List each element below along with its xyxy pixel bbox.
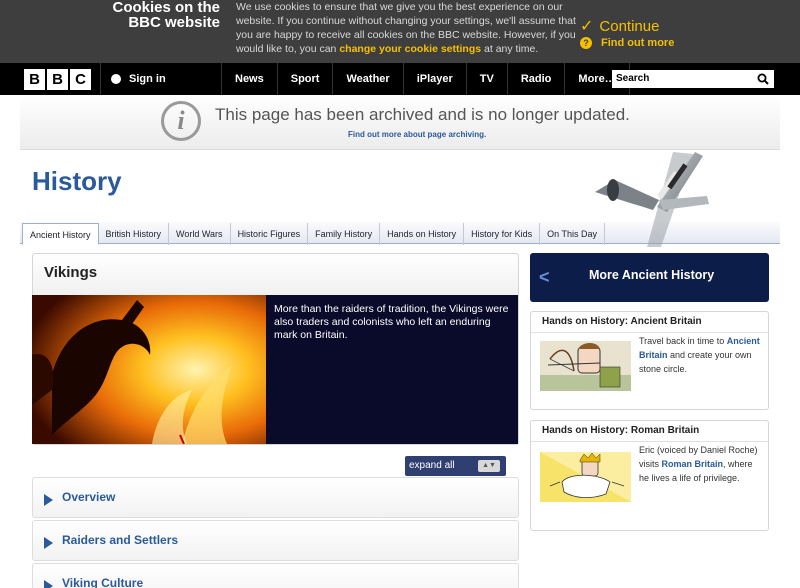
cookie-continue-label: Continue — [599, 17, 660, 35]
nav-link-iplayer[interactable]: iPlayer — [404, 63, 467, 95]
card-title: Hands on History: Ancient Britain — [542, 316, 702, 327]
roman-britain-link[interactable]: Roman Britain — [662, 459, 724, 469]
cookie-text-part2: at any time. — [481, 43, 539, 55]
section-tabs: Ancient History British History World Wa… — [22, 223, 605, 245]
accordion-viking-culture[interactable]: Viking Culture — [32, 563, 519, 588]
tab-british-history[interactable]: British History — [99, 223, 170, 245]
archive-title: This page has been archived and is no lo… — [215, 105, 630, 124]
tab-on-this-day[interactable]: On This Day — [540, 223, 605, 245]
sidebar-card-roman-britain[interactable]: Hands on History: Roman Britain Eric (vo… — [530, 420, 769, 531]
nav-link-radio[interactable]: Radio — [508, 63, 566, 95]
user-icon — [111, 74, 121, 84]
nav-link-sport[interactable]: Sport — [278, 63, 334, 95]
accordion-label: Raiders and Settlers — [62, 533, 179, 547]
card-divider — [531, 332, 768, 333]
expand-all-select[interactable]: expand all ▲▼ — [405, 456, 506, 476]
logo-letter: B — [24, 69, 45, 90]
section-title: Vikings — [44, 264, 98, 281]
cookie-find-out-more-label: Find out more — [601, 37, 675, 49]
search-placeholder: Search — [616, 73, 650, 84]
bbc-nav-bar: B B C Sign in News Sport Weather iPlayer… — [0, 63, 800, 95]
tab-hands-on-history[interactable]: Hands on History — [380, 223, 465, 245]
signin-label: Sign in — [129, 73, 166, 85]
triangle-right-icon — [44, 494, 53, 506]
cookie-banner-text: We use cookies to ensure that we give yo… — [236, 0, 576, 56]
card-divider — [531, 441, 768, 442]
cookie-find-out-more-link[interactable]: ? Find out more — [580, 37, 674, 49]
page-title: History — [32, 166, 122, 196]
search-icon[interactable] — [757, 72, 769, 90]
cookie-continue-button[interactable]: ✓ Continue — [580, 16, 659, 36]
accordion-overview[interactable]: Overview — [32, 477, 519, 518]
search-input[interactable]: Search — [612, 70, 774, 88]
ancient-britain-thumbnail — [540, 341, 631, 391]
signin-button[interactable]: Sign in — [100, 63, 222, 95]
accordion-label: Viking Culture — [62, 576, 144, 588]
bbc-logo[interactable]: B B C — [24, 69, 91, 90]
logo-letter: C — [70, 69, 91, 90]
card-title: Hands on History: Roman Britain — [542, 425, 700, 436]
triangle-right-icon — [44, 580, 53, 588]
roman-britain-thumbnail — [540, 452, 631, 502]
more-ancient-history-header[interactable]: < More Ancient History — [530, 253, 769, 302]
cookie-banner: Cookies on the BBC website We use cookie… — [0, 0, 800, 63]
hero-description: More than the raiders of tradition, the … — [266, 295, 518, 444]
archive-info-link[interactable]: Find out more about page archiving. — [348, 130, 486, 139]
logo-letter: B — [47, 69, 68, 90]
nav-link-news[interactable]: News — [222, 63, 278, 95]
viking-ship-fire-image — [32, 295, 266, 444]
tab-family-history[interactable]: Family History — [308, 223, 381, 245]
archive-notice: i This page has been archived and is no … — [20, 95, 780, 150]
nav-link-tv[interactable]: TV — [467, 63, 508, 95]
tab-ancient-history[interactable]: Ancient History — [22, 223, 99, 245]
spitfire-plane-image — [595, 152, 709, 247]
tab-historic-figures[interactable]: Historic Figures — [231, 223, 309, 245]
tab-world-wars[interactable]: World Wars — [169, 223, 231, 245]
checkmark-icon: ✓ — [580, 18, 594, 35]
cookie-title-line2: BBC website — [128, 14, 220, 31]
accordion-raiders-and-settlers[interactable]: Raiders and Settlers — [32, 520, 519, 561]
nav-link-weather[interactable]: Weather — [333, 63, 404, 95]
info-icon: i — [161, 101, 201, 141]
cookie-title-line1: Cookies on the — [112, 0, 220, 16]
expand-all-label: expand all — [409, 460, 455, 471]
nav-links: News Sport Weather iPlayer TV Radio More… — [222, 63, 630, 95]
dropdown-arrows-icon: ▲▼ — [478, 460, 500, 472]
sidebar-header-label: More Ancient History — [589, 268, 715, 282]
card-description: Eric (voiced by Daniel Roche) visits Rom… — [639, 443, 763, 485]
tab-history-for-kids[interactable]: History for Kids — [464, 223, 541, 245]
triangle-right-icon — [44, 537, 53, 549]
card-desc-part1: Travel back in time to — [639, 336, 727, 346]
cookie-banner-title: Cookies on the BBC website — [100, 0, 220, 30]
chevron-left-icon: < — [539, 267, 550, 287]
card-description: Travel back in time to Ancient Britain a… — [639, 334, 763, 376]
accordion-label: Overview — [62, 490, 116, 504]
sidebar-card-ancient-britain[interactable]: Hands on History: Ancient Britain Travel… — [530, 311, 769, 410]
cookie-settings-link[interactable]: change your cookie settings — [339, 43, 481, 55]
question-icon: ? — [580, 37, 592, 49]
